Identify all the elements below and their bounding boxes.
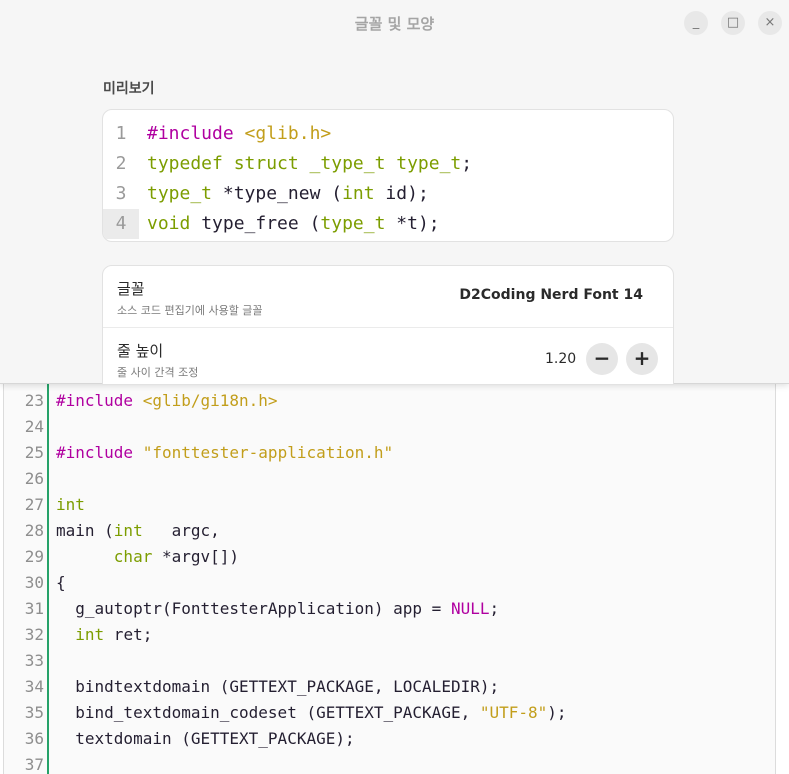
code-token: bindtextdomain (GETTEXT_PACKAGE, LOCALED… <box>56 677 500 696</box>
code-token: ; <box>461 153 473 174</box>
code-token: char <box>113 547 153 566</box>
code-token: ); <box>547 703 567 722</box>
editor-code-line[interactable]: 37 <box>4 752 56 774</box>
editor-code-line[interactable]: 36 textdomain (GETTEXT_PACKAGE); <box>4 726 355 752</box>
editor-line-number: 30 <box>24 573 44 592</box>
code-token: bind_textdomain_codeset (GETTEXT_PACKAGE… <box>56 703 480 722</box>
font-value[interactable]: D2Coding Nerd Font 14 <box>459 287 643 303</box>
preview-code-line: 2 typedef struct _type_t type_t; <box>103 149 673 179</box>
editor-code-line[interactable]: 25 #include "fonttester-application.h" <box>4 440 393 466</box>
editor-line-number: 25 <box>24 443 44 462</box>
code-token: id); <box>374 183 429 204</box>
code-editor-view[interactable]: 23 #include <glib/gi18n.h> 24 25 #include "f… <box>3 384 776 774</box>
editor-line-number: 32 <box>24 625 44 644</box>
font-row-subtitle: 소스 코드 편집기에 사용할 글꼴 <box>117 304 263 317</box>
code-token: <glib/gi18n.h> <box>142 391 278 410</box>
editor-code-line[interactable]: 28 main (int argc, <box>4 518 220 544</box>
code-token: type_free ( <box>190 213 321 234</box>
close-button[interactable]: × <box>758 11 782 35</box>
editor-code-line[interactable]: 27 int <box>4 492 85 518</box>
code-token: g_autoptr(FonttesterApplication) app = <box>56 599 451 618</box>
font-appearance-dialog: 글꼴 및 모양 _ □ × 미리보기 1 #include <glib.h> 2 ty… <box>0 0 789 385</box>
code-token: #include <box>56 391 143 410</box>
preview-line-number: 4 <box>103 209 139 239</box>
editor-line-number: 33 <box>24 651 44 670</box>
plus-icon: + <box>633 346 651 370</box>
preview-code-line: 1 #include <glib.h> <box>103 119 673 149</box>
editor-code-line[interactable]: 34 bindtextdomain (GETTEXT_PACKAGE, LOCA… <box>4 674 499 700</box>
maximize-button[interactable]: □ <box>721 11 745 35</box>
code-token: int <box>113 521 143 540</box>
titlebar: 글꼴 및 모양 _ □ × <box>0 0 789 46</box>
code-editor[interactable]: 23 #include <glib/gi18n.h> 24 25 #include "f… <box>0 384 789 774</box>
editor-code-line[interactable]: 29 char *argv[]) <box>4 544 239 570</box>
code-token: *argv[]) <box>152 547 240 566</box>
settings-list: 글꼴 소스 코드 편집기에 사용할 글꼴 D2Coding Nerd Font … <box>102 265 674 385</box>
preview-box: 1 #include <glib.h> 2 typedef struct _type_… <box>102 109 674 242</box>
editor-line-number: 27 <box>24 495 44 514</box>
preview-code-line: 4 void type_free (type_t *t); <box>103 209 673 239</box>
editor-line-number: 28 <box>24 521 44 540</box>
editor-line-number: 31 <box>24 599 44 618</box>
code-token: ; <box>489 599 500 618</box>
font-row[interactable]: 글꼴 소스 코드 편집기에 사용할 글꼴 D2Coding Nerd Font … <box>103 266 673 328</box>
editor-code-line[interactable]: 26 <box>4 466 56 492</box>
code-token: *t); <box>385 213 440 234</box>
editor-code-line[interactable]: 32 int ret; <box>4 622 153 648</box>
editor-line-number: 35 <box>24 703 44 722</box>
increase-line-height-button[interactable]: + <box>626 343 658 375</box>
code-token: int <box>56 495 85 514</box>
code-token: "fonttester-application.h" <box>142 443 394 462</box>
code-token: main ( <box>56 521 114 540</box>
editor-line-number: 24 <box>24 417 44 436</box>
line-height-row: 줄 높이 줄 사이 간격 조정 1.20 − + <box>103 328 673 384</box>
font-row-title: 글꼴 <box>117 280 145 298</box>
code-token: int <box>75 625 105 644</box>
code-token: #include <box>56 443 143 462</box>
dialog-title: 글꼴 및 모양 <box>354 15 435 33</box>
line-height-title: 줄 높이 <box>117 342 164 360</box>
code-token: #include <box>147 123 245 144</box>
preview-section-label: 미리보기 <box>103 81 155 97</box>
editor-line-number: 26 <box>24 469 44 488</box>
code-token: void <box>147 213 191 234</box>
editor-line-number: 37 <box>24 755 44 774</box>
editor-code-line[interactable]: 33 <box>4 648 56 674</box>
code-token: { <box>56 573 66 592</box>
editor-code-line[interactable]: 23 #include <glib/gi18n.h> <box>4 388 278 414</box>
minimize-icon: _ <box>692 15 700 30</box>
editor-line-number: 23 <box>24 391 44 410</box>
minus-icon: − <box>593 346 611 370</box>
preview-line-number: 2 <box>115 153 127 174</box>
line-height-subtitle: 줄 사이 간격 조정 <box>117 366 199 379</box>
code-token: typedef struct _type_t type_t <box>147 153 462 174</box>
editor-line-number: 34 <box>24 677 44 696</box>
editor-code-line[interactable]: 31 g_autoptr(FonttesterApplication) app … <box>4 596 499 622</box>
code-token: type_t <box>320 213 386 234</box>
maximize-icon: □ <box>726 15 740 30</box>
editor-line-number: 36 <box>24 729 44 748</box>
editor-code-line[interactable]: 24 <box>4 414 56 440</box>
code-token: NULL <box>450 599 490 618</box>
minimize-button[interactable]: _ <box>684 11 708 35</box>
preview-code-line: 3 type_t *type_new (int id); <box>103 179 673 209</box>
close-icon: × <box>764 15 776 30</box>
code-token: type_t <box>147 183 213 204</box>
editor-code-line[interactable]: 35 bind_textdomain_codeset (GETTEXT_PACK… <box>4 700 567 726</box>
code-token: textdomain (GETTEXT_PACKAGE); <box>56 729 355 748</box>
editor-line-number: 29 <box>24 547 44 566</box>
code-token: ret; <box>104 625 153 644</box>
editor-code-line[interactable]: 30 { <box>4 570 66 596</box>
preview-line-number: 3 <box>115 183 127 204</box>
code-token: "UTF-8" <box>479 703 548 722</box>
code-token: int <box>342 183 375 204</box>
decrease-line-height-button[interactable]: − <box>586 343 618 375</box>
line-height-value: 1.20 <box>545 351 577 367</box>
code-token: <glib.h> <box>244 123 332 144</box>
preview-line-number: 1 <box>115 123 127 144</box>
code-token: argc, <box>142 521 220 540</box>
code-token: *type_new ( <box>212 183 343 204</box>
